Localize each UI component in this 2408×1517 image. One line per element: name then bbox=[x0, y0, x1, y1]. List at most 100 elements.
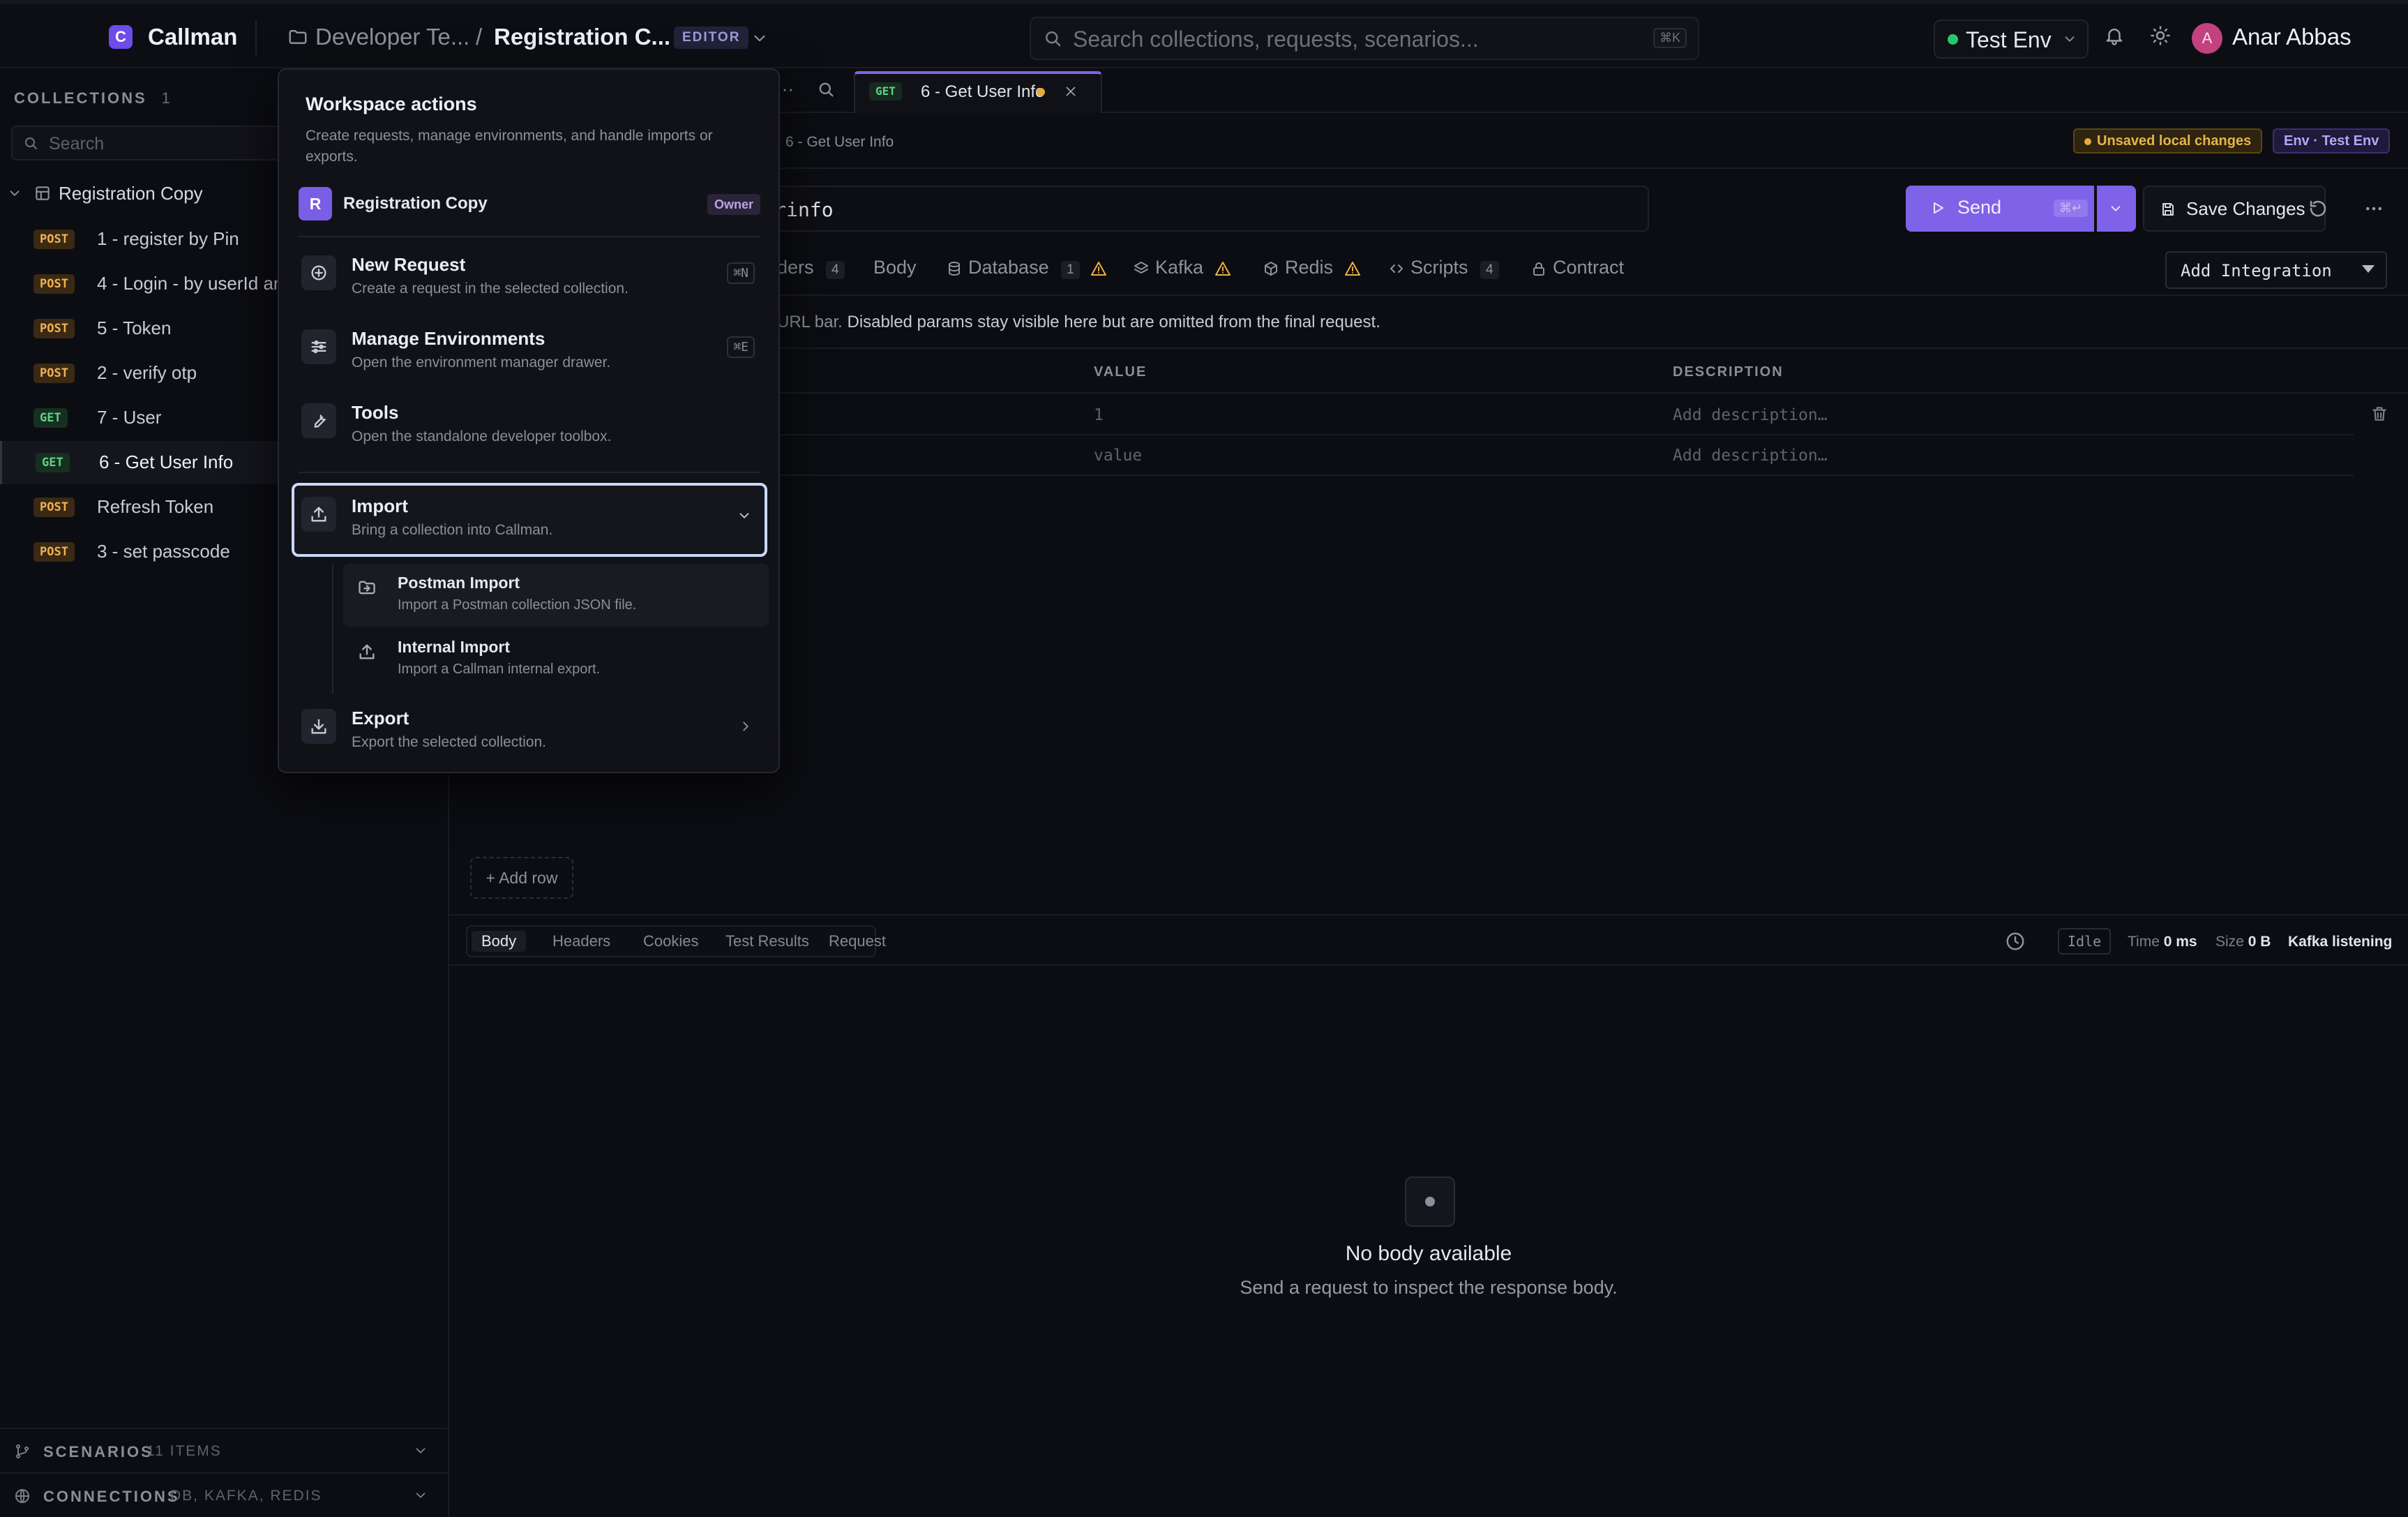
method-badge: POST bbox=[33, 230, 75, 249]
send-options-button[interactable] bbox=[2097, 186, 2136, 232]
tab-contract[interactable]: Contract bbox=[1530, 257, 1624, 278]
chevron-down-icon[interactable] bbox=[413, 1488, 428, 1503]
user-name[interactable]: Anar Abbas bbox=[2232, 24, 2351, 50]
response-tab-body[interactable]: Body bbox=[472, 931, 527, 952]
action-title: Import bbox=[352, 495, 408, 516]
tab-database[interactable]: Database 1 bbox=[946, 257, 1107, 279]
chevron-down-icon bbox=[2362, 265, 2375, 273]
url-input[interactable]: c/userinfo bbox=[714, 186, 1649, 232]
trash-icon[interactable] bbox=[2370, 405, 2388, 423]
sub-action-title: Postman Import bbox=[398, 574, 520, 592]
response-tab-headers[interactable]: Headers bbox=[543, 931, 620, 952]
collection-name: Registration Copy bbox=[59, 183, 203, 204]
save-changes-button[interactable]: Save Changes bbox=[2143, 186, 2326, 232]
postman-import-action[interactable]: Postman Import Import a Postman collecti… bbox=[343, 564, 769, 627]
search-icon[interactable] bbox=[816, 80, 836, 99]
request-breadcrumb: 6 - Get User Info bbox=[785, 134, 894, 150]
param-value[interactable]: value bbox=[1094, 447, 1142, 465]
history-icon[interactable] bbox=[2005, 931, 2026, 952]
export-action[interactable]: Export Export the selected collection. bbox=[292, 696, 767, 766]
mode-badge: EDITOR bbox=[674, 27, 749, 49]
new-request-action[interactable]: New Request Create a request in the sele… bbox=[292, 243, 767, 313]
collections-label: COLLECTIONS bbox=[14, 89, 147, 107]
unsaved-changes-badge: Unsaved local changes bbox=[2073, 128, 2263, 154]
workspace-actions-popover: Workspace actions Create requests, manag… bbox=[278, 68, 780, 773]
more-options-icon[interactable] bbox=[2363, 198, 2384, 219]
tab-scripts[interactable]: Scripts 4 bbox=[1388, 257, 1499, 279]
close-icon[interactable] bbox=[1063, 84, 1078, 99]
search-shortcut: ⌘K bbox=[1653, 28, 1687, 48]
import-action[interactable]: Import Bring a collection into Callman. bbox=[292, 483, 767, 557]
request-name: 4 - Login - by userId and bbox=[97, 273, 294, 294]
cube-icon bbox=[1263, 260, 1279, 277]
warning-dot bbox=[2084, 137, 2091, 145]
kafka-status: Kafka listening bbox=[2288, 934, 2393, 950]
request-name: 3 - set passcode bbox=[97, 541, 230, 562]
tab-kafka[interactable]: Kafka bbox=[1133, 257, 1231, 278]
scripts-count: 4 bbox=[1480, 261, 1499, 279]
internal-import-action[interactable]: Internal Import Import a Callman interna… bbox=[343, 628, 769, 691]
param-description[interactable]: Add description… bbox=[1673, 406, 1828, 424]
method-badge: POST bbox=[33, 319, 75, 338]
manage-environments-action[interactable]: Manage Environments Open the environment… bbox=[292, 317, 767, 387]
response-tab-cookies[interactable]: Cookies bbox=[633, 931, 708, 952]
tab-contract-label: Contract bbox=[1553, 257, 1625, 278]
request-name: Refresh Token bbox=[97, 496, 214, 517]
avatar[interactable]: A bbox=[2192, 23, 2222, 54]
breadcrumb-collection[interactable]: Registration C... bbox=[494, 24, 670, 50]
column-value: VALUE bbox=[1094, 364, 1147, 380]
play-icon bbox=[1929, 200, 1946, 216]
unsaved-dot bbox=[1037, 88, 1045, 96]
theme-toggle-icon[interactable] bbox=[2150, 25, 2171, 46]
time-value: 0 ms bbox=[2163, 934, 2197, 950]
send-button[interactable]: Send ⌘↵ bbox=[1906, 186, 2094, 232]
empty-state-title: No body available bbox=[1345, 1242, 1512, 1265]
breadcrumb-workspace[interactable]: Developer Te... bbox=[315, 24, 469, 50]
refresh-icon[interactable] bbox=[2308, 198, 2328, 219]
add-row-button[interactable]: + Add row bbox=[470, 857, 573, 899]
param-value[interactable]: 1 bbox=[1094, 406, 1104, 424]
add-integration-select[interactable]: Add Integration bbox=[2165, 251, 2387, 289]
param-description[interactable]: Add description… bbox=[1673, 447, 1828, 465]
tab-redis[interactable]: Redis bbox=[1263, 257, 1361, 278]
environment-select[interactable]: Test Env bbox=[1934, 20, 2089, 59]
tools-action[interactable]: Tools Open the standalone developer tool… bbox=[292, 391, 767, 461]
scenarios-count: 11 ITEMS bbox=[146, 1443, 222, 1459]
response-status: Idle bbox=[2058, 928, 2112, 955]
empty-state-icon bbox=[1405, 1176, 1455, 1227]
save-icon bbox=[2160, 201, 2176, 218]
save-label: Save Changes bbox=[2186, 198, 2305, 219]
method-badge: POST bbox=[33, 364, 75, 383]
chevron-down-icon[interactable] bbox=[7, 186, 22, 201]
code-icon bbox=[1388, 260, 1405, 277]
response-bar: Body Headers Cookies Test Results Reques… bbox=[449, 914, 2408, 966]
chevron-down-icon[interactable] bbox=[413, 1443, 428, 1458]
database-count: 1 bbox=[1061, 261, 1080, 279]
bell-icon[interactable] bbox=[2104, 25, 2125, 46]
tab-request[interactable]: GET 6 - Get User Info bbox=[854, 71, 1102, 113]
global-search[interactable]: ⌘K bbox=[1030, 17, 1699, 60]
action-description: Create a request in the selected collect… bbox=[352, 281, 629, 297]
breadcrumb-separator: / bbox=[476, 24, 483, 50]
workspace-avatar: R bbox=[299, 187, 332, 221]
response-tab-request[interactable]: Request bbox=[819, 931, 896, 952]
response-tab-test-results[interactable]: Test Results bbox=[716, 931, 819, 952]
connections-label: CONNECTIONS bbox=[43, 1488, 180, 1505]
connections-section[interactable]: CONNECTIONS DB, KAFKA, REDIS bbox=[0, 1472, 448, 1517]
method-badge: POST bbox=[33, 498, 75, 517]
chevron-down-icon[interactable] bbox=[751, 29, 769, 47]
request-name: 5 - Token bbox=[97, 317, 172, 338]
globe-icon bbox=[14, 1488, 31, 1504]
scenarios-label: SCENARIOS bbox=[43, 1443, 153, 1460]
folder-icon bbox=[287, 27, 308, 47]
tab-body[interactable]: Body bbox=[873, 257, 917, 278]
scenarios-section[interactable]: SCENARIOS 11 ITEMS bbox=[0, 1428, 448, 1472]
response-tabs: Body Headers Cookies Test Results Reques… bbox=[466, 925, 886, 957]
workspace-name: Registration Copy bbox=[343, 194, 488, 213]
chevron-right-icon bbox=[738, 719, 753, 734]
tab-headers[interactable]: ders 4 bbox=[777, 257, 845, 279]
global-search-input[interactable] bbox=[1073, 24, 1617, 54]
search-icon bbox=[22, 135, 39, 151]
action-description: Bring a collection into Callman. bbox=[352, 522, 553, 538]
request-name: 2 - verify otp bbox=[97, 362, 197, 383]
